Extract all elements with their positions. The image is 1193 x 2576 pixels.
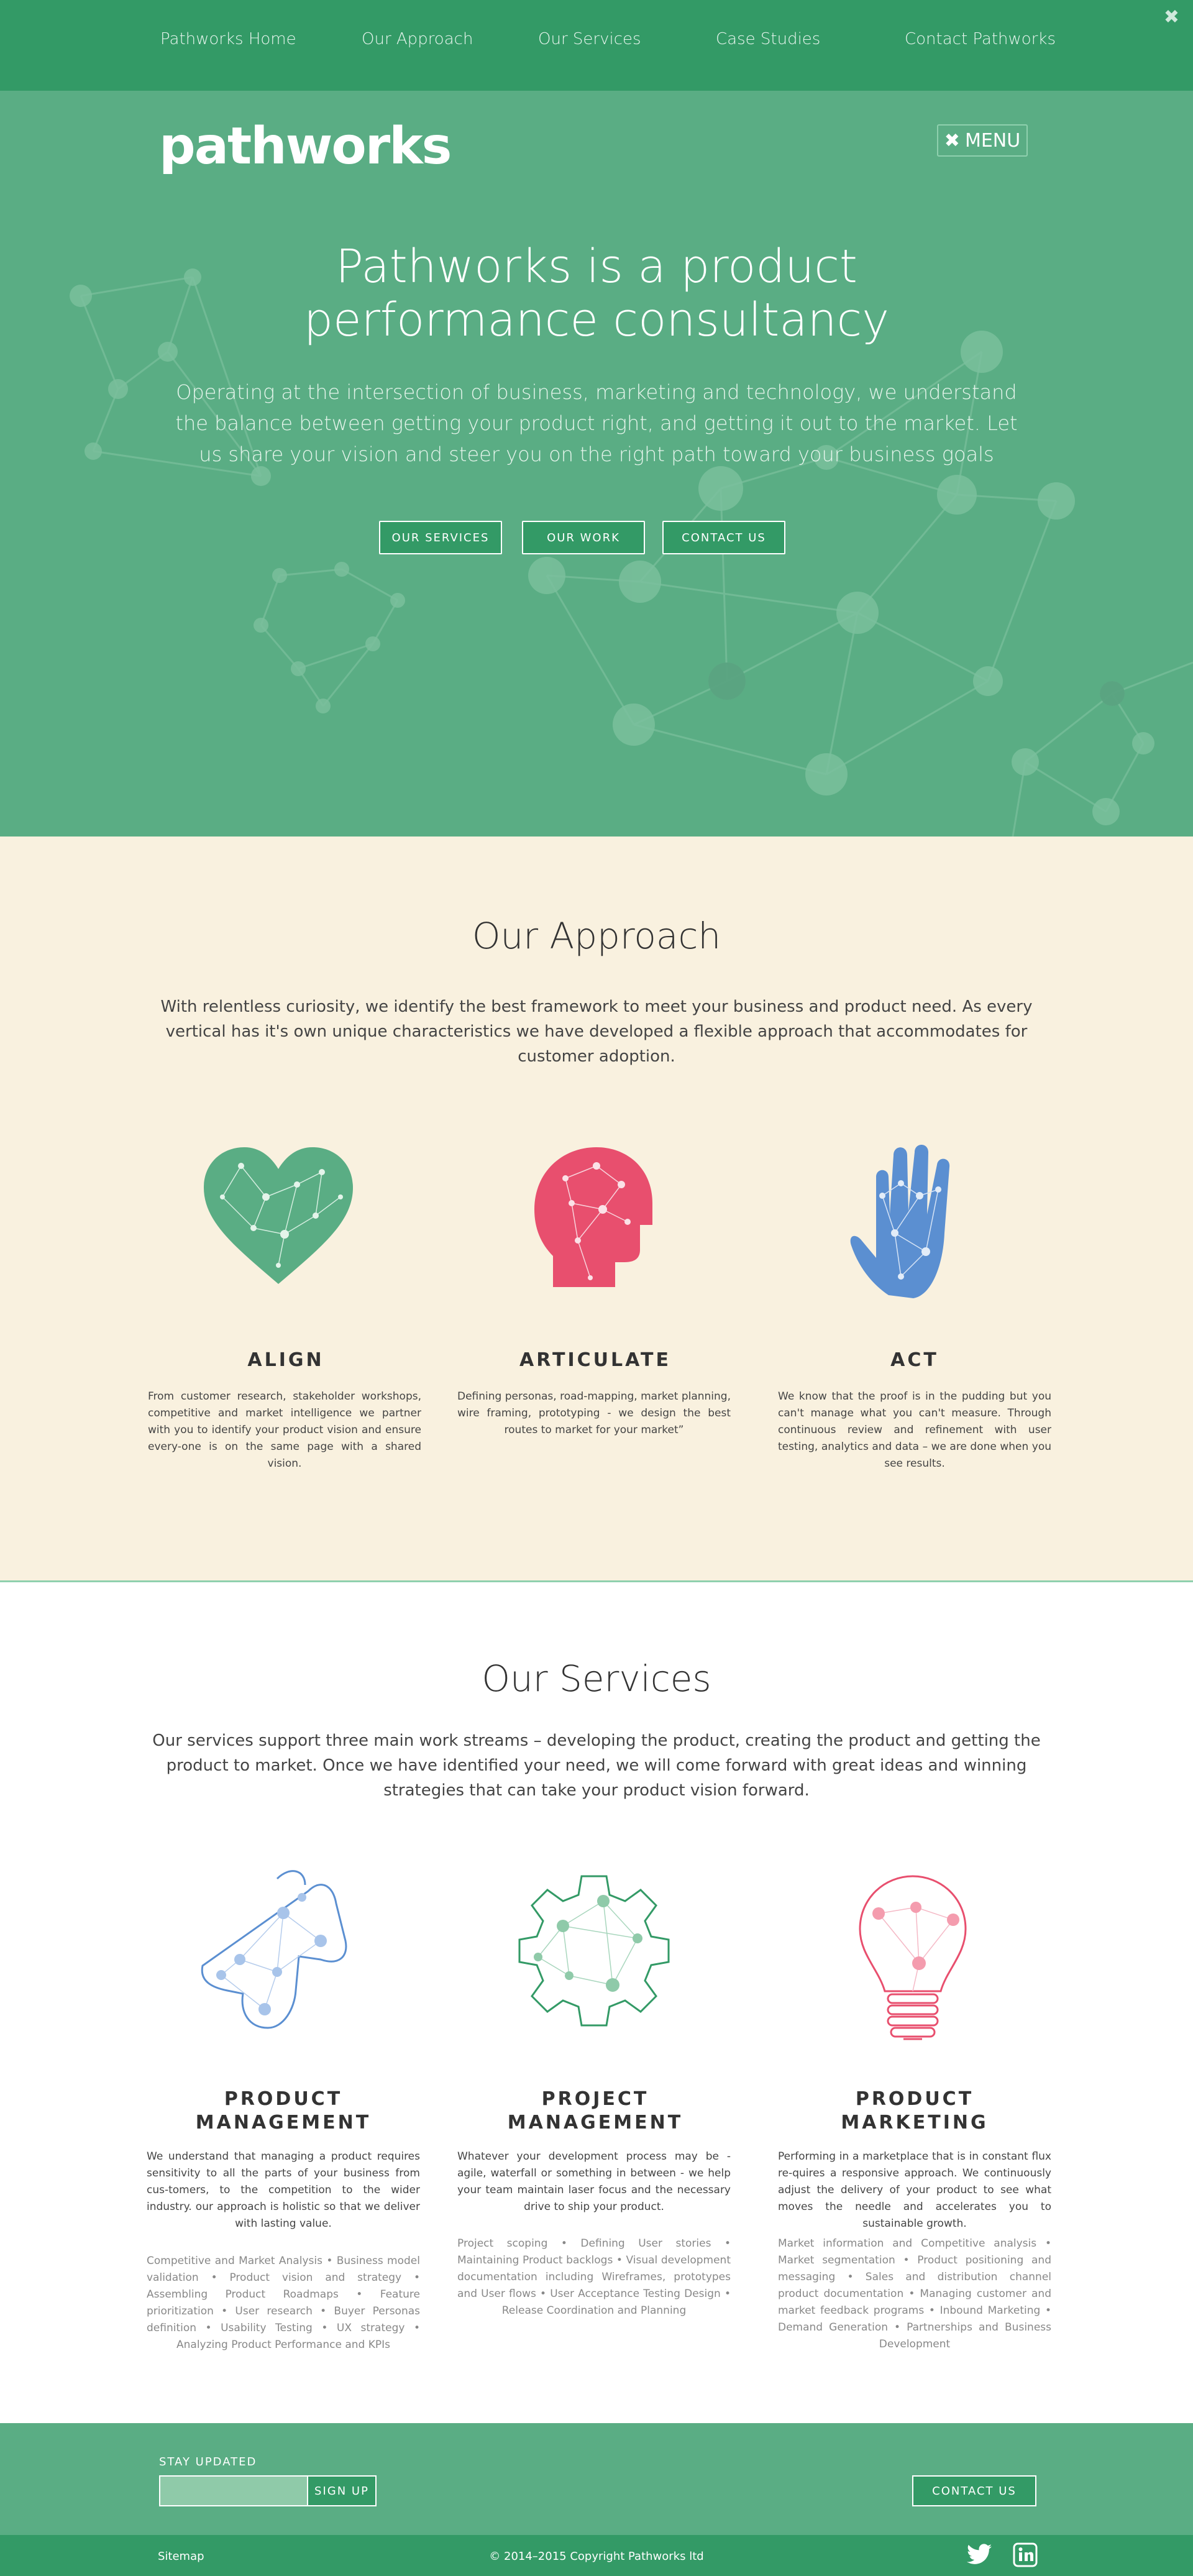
lightbulb-icon [854, 1870, 972, 2053]
title-line: MANAGEMENT [507, 2112, 683, 2134]
approach-section: Our Approach With relentless curiosity, … [0, 837, 1193, 1582]
product-marketing-title: PRODUCT MARKETING [778, 2088, 1051, 2135]
services-section: Our Services Our services support three … [0, 1584, 1193, 2423]
footer: STAY UPDATED SIGN UP CONTACT US [0, 2423, 1193, 2535]
title-line: PRODUCT [855, 2088, 974, 2110]
hero-section: pathworks ✖ MENU Pathworks is a product … [0, 91, 1193, 837]
nav-item-contact[interactable]: Contact Pathworks [905, 30, 1056, 48]
close-icon: ✖ [944, 129, 960, 152]
our-work-button[interactable]: OUR WORK [522, 521, 645, 554]
approach-text: With relentless curiosity, we identify t… [160, 997, 1033, 1066]
project-management-text: Whatever your development process may be… [457, 2150, 731, 2213]
bottom-bar: Sitemap © 2014–2015 Copyright Pathworks … [0, 2535, 1193, 2576]
approach-title: Our Approach [472, 915, 721, 957]
menu-label: MENU [964, 129, 1021, 152]
contact-us-button[interactable]: CONTACT US [912, 2475, 1036, 2506]
megaphone-icon [196, 1866, 358, 2037]
services-title: Our Services [482, 1657, 711, 1700]
project-management-title: PROJECT MANAGEMENT [459, 2088, 732, 2135]
product-management-list: Competitive and Market Analysis • Busine… [147, 2255, 420, 2351]
pathworks-logo[interactable]: pathworks [159, 117, 452, 176]
close-icon[interactable]: ✖ [1164, 6, 1179, 28]
gear-icon [513, 1870, 675, 2034]
nav-item-services[interactable]: Our Services [538, 30, 641, 48]
nav-item-approach[interactable]: Our Approach [362, 30, 473, 48]
hero-title: Pathworks is a product performance consu… [303, 240, 890, 347]
top-navigation: Pathworks Home Our Approach Our Services… [0, 0, 1193, 91]
title-line: MANAGEMENT [195, 2112, 372, 2134]
product-management-text: We understand that managing a product re… [147, 2150, 420, 2230]
head-network-icon [528, 1141, 665, 1293]
services-text: Our services support three main work str… [152, 1731, 1041, 1800]
act-text: We know that the proof is in the pudding… [778, 1390, 1051, 1470]
act-title: ACT [890, 1349, 939, 1371]
articulate-title: ARTICULATE [519, 1349, 671, 1371]
heart-network-icon [198, 1141, 359, 1293]
articulate-text: Defining personas, road-mapping, market … [457, 1390, 731, 1436]
hand-network-icon [845, 1140, 976, 1304]
nav-item-home[interactable]: Pathworks Home [160, 30, 296, 48]
title-line: MARKETING [841, 2112, 989, 2134]
align-title: ALIGN [247, 1349, 324, 1371]
linkedin-icon[interactable] [1013, 2542, 1038, 2570]
title-line: PRODUCT [224, 2088, 343, 2110]
product-marketing-text: Performing in a marketplace that is in c… [778, 2150, 1051, 2230]
contact-us-button[interactable]: CONTACT US [662, 521, 785, 554]
title-line: PROJECT [541, 2088, 649, 2110]
sign-up-button[interactable]: SIGN UP [307, 2475, 377, 2506]
email-field[interactable] [159, 2475, 308, 2506]
project-management-list: Project scoping • Defining User stories … [457, 2237, 731, 2317]
nav-item-case-studies[interactable]: Case Studies [716, 30, 820, 48]
twitter-icon[interactable] [967, 2544, 992, 2567]
product-management-title: PRODUCT MANAGEMENT [147, 2088, 420, 2135]
hero-text: Operating at the intersection of busines… [175, 380, 1018, 466]
our-services-button[interactable]: OUR SERVICES [379, 521, 502, 554]
product-marketing-list: Market information and Competitive analy… [778, 2237, 1051, 2350]
align-text: From customer research, stakeholder work… [148, 1390, 421, 1470]
stay-updated-label: STAY UPDATED [159, 2455, 257, 2468]
menu-button[interactable]: ✖ MENU [937, 124, 1028, 157]
